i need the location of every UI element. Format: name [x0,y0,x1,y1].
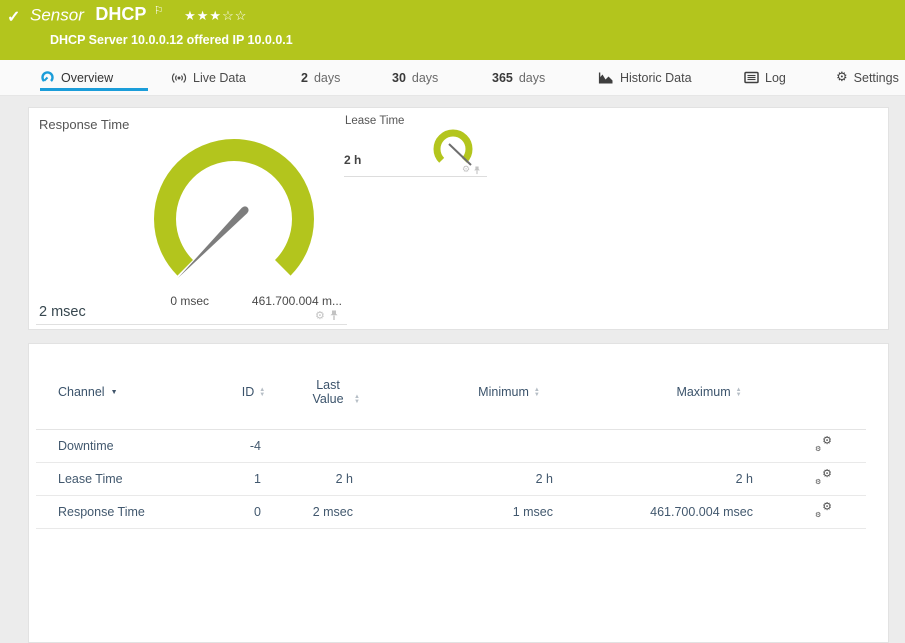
channels-panel: Channel ▼ ID ▲ ▼ Last Value ▲ ▼ Minimum ▲ ▼ Max… [28,343,889,643]
gauge-scale-min: 0 msec [170,294,209,308]
gear-icon: ⚙ [836,70,848,85]
sensor-name: DHCP [95,4,147,25]
channel-minimum: 2 h [381,462,581,496]
flag-icon[interactable]: ⚐ [154,5,164,17]
tab-label: days [518,70,546,85]
gear-icon: ⚙ [822,500,832,513]
broadcast-icon [171,73,187,83]
gear-icon: ⚙ [815,511,822,519]
channel-id: 1 [221,462,286,496]
channel-name[interactable]: Downtime [36,429,221,463]
table-row: Response Time 0 2 msec 1 msec 461.700.00… [36,495,866,529]
tab-30-days[interactable]: 30 days [392,60,438,95]
sensor-subtitle: DHCP Server 10.0.0.12 offered IP 10.0.0.… [50,33,293,47]
channel-maximum [581,429,781,463]
sensor-kind-label: Sensor [30,5,84,25]
stars-empty: ☆☆ [222,8,248,24]
channels-table: Channel ▼ ID ▲ ▼ Last Value ▲ ▼ Minimum ▲ ▼ Max… [36,344,866,529]
table-row: Downtime -4 ⚙ ⚙ [36,429,866,463]
gauge-settings-icon[interactable]: ⚙ [462,165,470,175]
tab-log[interactable]: Log [744,60,786,95]
column-label: ID [241,385,255,400]
channel-id: 0 [221,495,286,529]
sensor-title: Sensor DHCP ⚐ ★★★☆☆ [30,4,247,25]
log-icon [744,71,759,84]
column-header-actions [781,344,866,430]
column-label: Maximum [676,385,731,400]
response-time-gauge [154,139,314,278]
response-time-gauge-title: Response Time [39,117,130,132]
tab-label: Historic Data [620,70,692,85]
gauge-settings-icon[interactable]: ⚙ [315,309,325,322]
priority-stars[interactable]: ★★★☆☆ [184,8,247,23]
table-row: Lease Time 1 2 h 2 h 2 h ⚙ ⚙ [36,462,866,496]
gauge-pin-icon[interactable] [329,310,339,321]
channel-name[interactable]: Lease Time [36,462,221,496]
tab-number: 30 [392,70,406,85]
lease-time-gauge-title: Lease Time [345,115,405,127]
lease-time-value: 2 h [344,153,362,167]
channel-minimum: 1 msec [381,495,581,529]
tab-2-days[interactable]: 2 days [301,60,340,95]
sort-arrows-icon: ▲ ▼ [259,386,266,398]
tab-bar: Overview Live Data 2 days 30 days 365 da… [0,60,905,96]
channel-name[interactable]: Response Time [36,495,221,529]
sort-arrows-icon: ▲ ▼ [735,386,742,398]
tab-historic-data[interactable]: Historic Data [598,60,692,95]
status-ok-icon: ✓ [7,9,21,26]
column-header-channel[interactable]: Channel ▼ [36,344,221,430]
channel-minimum [381,429,581,463]
gear-icon: ⚙ [815,478,822,486]
column-label: Channel [58,385,105,400]
sensor-header: ✓ Sensor DHCP ⚐ ★★★☆☆ DHCP Server 10.0.0… [0,0,905,60]
column-header-last-value[interactable]: Last Value ▲ ▼ [286,344,381,430]
gauge-icon [41,71,54,82]
gauge-needle [178,207,248,278]
column-header-id[interactable]: ID ▲ ▼ [221,344,286,430]
tab-label: Settings [853,70,899,85]
gauge-scale-max: 461.700.004 m... [251,294,342,308]
channel-settings-icon[interactable]: ⚙ ⚙ [815,500,832,519]
channel-settings-icon[interactable]: ⚙ ⚙ [815,434,832,453]
gauge-pin-icon[interactable] [473,166,481,175]
tab-365-days[interactable]: 365 days [492,60,545,95]
channel-last-value [286,429,381,463]
widget-divider [344,176,487,177]
channel-maximum: 2 h [581,462,781,496]
tab-number: 365 [492,70,513,85]
widget-divider [36,324,347,325]
tab-label: Log [765,70,786,85]
tab-number: 2 [301,70,308,85]
stars-filled: ★★★ [184,8,223,24]
column-label: Minimum [478,385,529,400]
gear-icon: ⚙ [815,445,822,453]
sort-arrows-icon: ▲ ▼ [354,393,360,405]
gear-icon: ⚙ [822,467,832,480]
gauges-panel: Response Time 0 msec 461.700.004 m... 2 … [28,107,889,330]
table-header-row: Channel ▼ ID ▲ ▼ Last Value ▲ ▼ Minimum ▲ ▼ Max… [36,344,866,430]
tab-live-data[interactable]: Live Data [171,60,246,95]
channel-settings-icon[interactable]: ⚙ ⚙ [815,467,832,486]
tab-overview[interactable]: Overview [40,60,148,95]
historic-chart-icon [598,72,613,83]
channel-last-value: 2 h [286,462,381,496]
sort-caret-icon: ▼ [110,389,118,397]
tab-label: Overview [61,70,114,85]
sort-arrows-icon: ▲ ▼ [533,386,540,398]
column-label: Last Value [312,378,344,407]
tab-label: Live Data [193,70,246,85]
tab-settings[interactable]: ⚙ Settings [836,60,899,95]
tab-label: days [313,70,341,85]
column-header-maximum[interactable]: Maximum ▲ ▼ [581,344,781,430]
channel-maximum: 461.700.004 msec [581,495,781,529]
gear-icon: ⚙ [822,434,832,447]
channel-id: -4 [221,429,286,463]
channel-last-value: 2 msec [286,495,381,529]
column-header-minimum[interactable]: Minimum ▲ ▼ [381,344,581,430]
tab-label: days [411,70,439,85]
response-time-value: 2 msec [39,304,86,320]
